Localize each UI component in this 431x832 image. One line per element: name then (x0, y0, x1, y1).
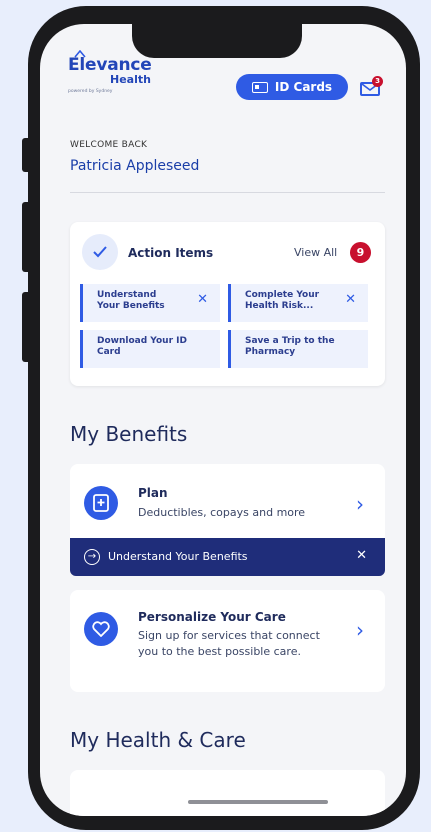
understand-benefits-banner[interactable]: → Understand Your Benefits ✕ (70, 538, 385, 576)
side-button-volume-up (22, 202, 28, 272)
action-tile-label: Complete Your Health Risk... (245, 290, 320, 311)
logo-brand-line2: Health (110, 73, 151, 86)
header-divider (70, 192, 385, 193)
plan-title: Plan (138, 486, 168, 500)
plan-book-icon (84, 486, 118, 520)
heart-icon (84, 612, 118, 646)
messages-badge: 3 (372, 76, 383, 87)
my-health-care-heading: My Health & Care (70, 728, 246, 752)
id-cards-label: ID Cards (274, 80, 333, 94)
app-screen: Elevance Health powered by Sydney ID Car… (40, 24, 406, 816)
action-items-count-badge: 9 (350, 242, 371, 263)
action-tile[interactable]: Download Your ID Card (80, 330, 220, 368)
care-title: Personalize Your Care (138, 610, 286, 624)
action-tile-label: Save a Trip to the Pharmacy (245, 336, 335, 357)
plan-subtitle: Deductibles, copays and more (138, 506, 306, 519)
home-content: Elevance Health powered by Sydney ID Car… (40, 24, 406, 816)
id-card-icon (251, 81, 268, 93)
logo-swoosh-icon (74, 50, 86, 58)
close-icon[interactable]: ✕ (356, 548, 367, 563)
my-benefits-heading: My Benefits (70, 422, 188, 446)
messages-button[interactable]: 3 (358, 74, 386, 100)
action-tile[interactable]: Complete Your Health Risk... ✕ (228, 284, 368, 322)
personalize-care-card[interactable]: Personalize Your Care Sign up for servic… (70, 590, 385, 692)
action-tile[interactable]: Understand Your Benefits ✕ (80, 284, 220, 322)
welcome-label: WELCOME BACK (70, 140, 148, 150)
elevance-logo: Elevance Health powered by Sydney (68, 50, 152, 94)
view-all-link[interactable]: View All (294, 246, 337, 259)
logo-brand-line1: Elevance (68, 55, 152, 75)
home-indicator[interactable] (188, 800, 328, 804)
user-name: Patricia Appleseed (70, 158, 200, 174)
care-subtitle: Sign up for services that connect you to… (138, 629, 320, 658)
action-items-card: Action Items View All 9 Understand Your … (70, 222, 385, 386)
checkmark-icon (82, 234, 118, 270)
side-button-silent (22, 138, 28, 172)
arrow-right-circle-icon: → (84, 549, 100, 565)
id-cards-button[interactable]: ID Cards (236, 74, 348, 100)
banner-label: Understand Your Benefits (108, 550, 248, 563)
health-card[interactable] (70, 770, 385, 816)
chevron-right-icon: › (356, 618, 364, 642)
action-tile-label: Understand Your Benefits (97, 290, 165, 311)
dismiss-icon[interactable]: ✕ (197, 293, 208, 306)
logo-powered-by: powered by Sydney (68, 89, 113, 94)
phone-notch (132, 24, 302, 58)
chevron-right-icon: › (356, 492, 364, 516)
side-button-volume-down (22, 292, 28, 362)
action-items-title: Action Items (128, 246, 214, 260)
action-tile[interactable]: Save a Trip to the Pharmacy (228, 330, 368, 368)
dismiss-icon[interactable]: ✕ (345, 293, 356, 306)
action-tile-label: Download Your ID Card (97, 336, 187, 357)
